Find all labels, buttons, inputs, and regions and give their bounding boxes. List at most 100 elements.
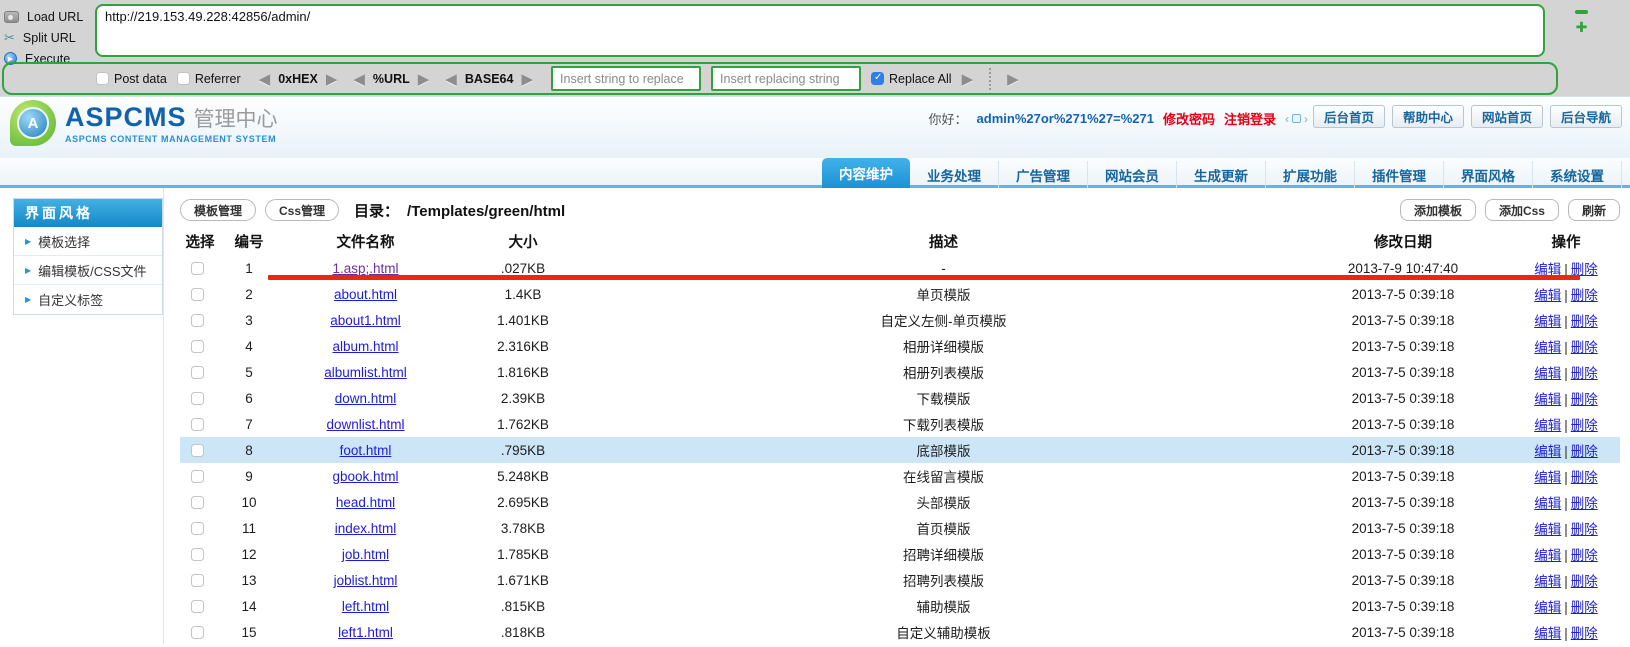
row-checkbox[interactable] xyxy=(191,339,204,353)
edit-link[interactable]: 编辑 xyxy=(1534,496,1561,511)
row-checkbox[interactable] xyxy=(191,443,204,457)
delete-link[interactable]: 删除 xyxy=(1571,574,1598,589)
row-checkbox[interactable] xyxy=(191,573,204,587)
change-password-link[interactable]: 修改密码 xyxy=(1163,109,1215,128)
css-manage-button[interactable]: Css管理 xyxy=(265,199,340,221)
file-link[interactable]: joblist.html xyxy=(334,573,398,588)
edit-link[interactable]: 编辑 xyxy=(1534,522,1561,537)
edit-link[interactable]: 编辑 xyxy=(1534,392,1561,407)
tab-1[interactable]: 内容维护 xyxy=(822,158,910,188)
edit-link[interactable]: 编辑 xyxy=(1534,444,1561,459)
tab-4[interactable]: 网站会员 xyxy=(1088,161,1177,188)
row-checkbox[interactable] xyxy=(191,547,204,561)
replace-apply-arrow-icon[interactable]: ▶ xyxy=(962,70,974,88)
replace-all-checkbox-input[interactable] xyxy=(871,72,885,85)
url-input[interactable]: http://219.153.49.228:42856/admin/ xyxy=(95,4,1545,57)
delete-link[interactable]: 删除 xyxy=(1571,340,1598,355)
delete-link[interactable]: 删除 xyxy=(1571,366,1598,381)
post-data-checkbox[interactable]: Post data xyxy=(96,72,167,86)
edit-link[interactable]: 编辑 xyxy=(1534,314,1561,329)
delete-link[interactable]: 删除 xyxy=(1571,314,1598,329)
tab-2[interactable]: 业务处理 xyxy=(910,161,999,188)
edit-link[interactable]: 编辑 xyxy=(1534,600,1561,615)
file-link[interactable]: left1.html xyxy=(338,625,393,640)
extra-arrow-icon[interactable]: ▶ xyxy=(1007,70,1019,88)
file-link[interactable]: left.html xyxy=(342,599,389,614)
edit-link[interactable]: 编辑 xyxy=(1534,288,1561,303)
quick-nav-button[interactable]: 网站首页 xyxy=(1470,105,1543,128)
file-link[interactable]: foot.html xyxy=(340,443,392,458)
sidebar-item[interactable]: ▶ 编辑模板/CSS文件 xyxy=(14,256,162,285)
row-checkbox[interactable] xyxy=(191,313,204,327)
row-checkbox[interactable] xyxy=(191,365,204,379)
row-checkbox[interactable] xyxy=(191,521,204,535)
edit-link[interactable]: 编辑 xyxy=(1534,574,1561,589)
edit-link[interactable]: 编辑 xyxy=(1534,548,1561,563)
tab-3[interactable]: 广告管理 xyxy=(999,161,1088,188)
pager-left-icon[interactable]: ‹ xyxy=(1285,112,1289,126)
file-link[interactable]: head.html xyxy=(336,495,395,510)
tab-7[interactable]: 插件管理 xyxy=(1355,161,1444,188)
replace-all-checkbox[interactable]: Replace All xyxy=(871,72,952,86)
encode-arrow-icon[interactable]: ▶ xyxy=(418,70,430,88)
tab-9[interactable]: 系统设置 xyxy=(1533,161,1622,188)
replace-to-input[interactable] xyxy=(711,66,862,91)
tab-5[interactable]: 生成更新 xyxy=(1177,161,1266,188)
delete-link[interactable]: 删除 xyxy=(1571,626,1598,641)
delete-link[interactable]: 删除 xyxy=(1571,418,1598,433)
edit-link[interactable]: 编辑 xyxy=(1534,418,1561,433)
encode-arrow-icon[interactable]: ▶ xyxy=(326,70,338,88)
delete-link[interactable]: 删除 xyxy=(1571,392,1598,407)
referrer-checkbox[interactable]: Referrer xyxy=(176,72,241,86)
sidebar-item[interactable]: ▶ 自定义标签 xyxy=(14,285,162,314)
file-link[interactable]: album.html xyxy=(332,339,398,354)
collapse-icon[interactable] xyxy=(1575,10,1588,14)
delete-link[interactable]: 删除 xyxy=(1571,444,1598,459)
encode-arrow-icon[interactable]: ▶ xyxy=(521,70,533,88)
quick-nav-button[interactable]: 后台首页 xyxy=(1312,105,1385,128)
replace-from-input[interactable] xyxy=(551,66,702,91)
row-checkbox[interactable] xyxy=(191,261,204,275)
split-url-button[interactable]: ✂ Split URL xyxy=(4,27,96,48)
delete-link[interactable]: 删除 xyxy=(1571,496,1598,511)
refresh-button[interactable]: 刷新 xyxy=(1567,199,1620,221)
decode-arrow-icon[interactable]: ◀ xyxy=(445,70,457,88)
edit-link[interactable]: 编辑 xyxy=(1534,366,1561,381)
template-manage-button[interactable]: 模板管理 xyxy=(180,199,257,221)
row-checkbox[interactable] xyxy=(191,469,204,483)
row-checkbox[interactable] xyxy=(191,417,204,431)
load-url-button[interactable]: Load URL xyxy=(4,6,96,27)
decode-arrow-icon[interactable]: ◀ xyxy=(259,70,271,88)
pager-box-icon[interactable] xyxy=(1292,114,1301,123)
file-link[interactable]: about1.html xyxy=(330,313,401,328)
add-css-button[interactable]: 添加Css xyxy=(1484,199,1559,221)
pager-right-icon[interactable]: › xyxy=(1304,112,1308,126)
sidebar-item[interactable]: ▶ 模板选择 xyxy=(14,227,162,256)
tab-8[interactable]: 界面风格 xyxy=(1444,161,1533,188)
referrer-checkbox-input[interactable] xyxy=(176,72,190,85)
add-template-button[interactable]: 添加模板 xyxy=(1399,199,1476,221)
file-link[interactable]: downlist.html xyxy=(326,417,404,432)
file-link[interactable]: down.html xyxy=(335,391,397,406)
edit-link[interactable]: 编辑 xyxy=(1534,470,1561,485)
quick-nav-button[interactable]: 帮助中心 xyxy=(1391,105,1464,128)
decode-arrow-icon[interactable]: ◀ xyxy=(353,70,365,88)
logout-link[interactable]: 注销登录 xyxy=(1224,109,1276,128)
delete-link[interactable]: 删除 xyxy=(1571,522,1598,537)
file-link[interactable]: gbook.html xyxy=(332,469,398,484)
file-link[interactable]: 1.asp;.html xyxy=(332,261,398,276)
edit-link[interactable]: 编辑 xyxy=(1534,626,1561,641)
delete-link[interactable]: 删除 xyxy=(1571,600,1598,615)
tab-6[interactable]: 扩展功能 xyxy=(1266,161,1355,188)
edit-link[interactable]: 编辑 xyxy=(1534,340,1561,355)
expand-icon[interactable]: ✚ xyxy=(1576,20,1588,34)
row-checkbox[interactable] xyxy=(191,391,204,405)
row-checkbox[interactable] xyxy=(191,599,204,613)
row-checkbox[interactable] xyxy=(191,625,204,639)
delete-link[interactable]: 删除 xyxy=(1571,548,1598,563)
delete-link[interactable]: 删除 xyxy=(1571,470,1598,485)
file-link[interactable]: index.html xyxy=(335,521,397,536)
file-link[interactable]: about.html xyxy=(334,287,397,302)
delete-link[interactable]: 删除 xyxy=(1571,288,1598,303)
file-link[interactable]: job.html xyxy=(342,547,389,562)
